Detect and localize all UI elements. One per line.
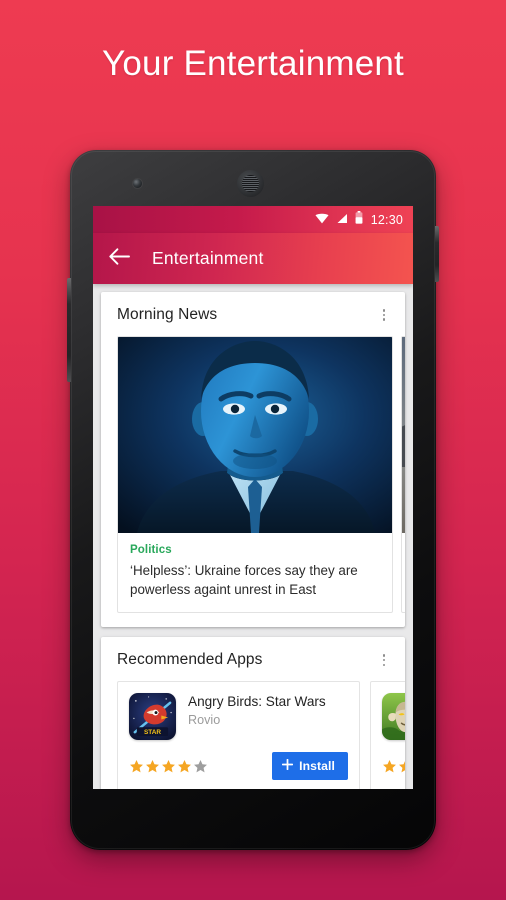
svg-text:STAR: STAR (144, 729, 161, 736)
volume-rocker-button[interactable] (67, 278, 71, 382)
card-title: Recommended Apps (117, 651, 263, 669)
status-bar-clock: 12:30 (370, 212, 403, 227)
news-carousel[interactable]: Politics ‘Helpless’: Ukraine forces say … (101, 336, 405, 627)
app-list-item[interactable]: STAR Angry Birds: Star Wars Rovio Instal… (117, 681, 360, 789)
plus-icon (281, 758, 294, 773)
more-vert-icon[interactable] (375, 306, 393, 324)
news-thumbnail-portrait (118, 337, 392, 533)
news-headline: ‘Helpless’: Ukraine forces say they are … (130, 563, 358, 598)
page-title: Your Entertainment (102, 44, 404, 83)
earpiece-speaker-icon (237, 170, 264, 197)
app-bar: Entertainment (93, 233, 413, 284)
news-category: Politics (130, 544, 172, 556)
news-list-item[interactable]: World ‘Pro-Russian militants seize build… (401, 336, 405, 614)
card-header-morning-news: Morning News (101, 292, 405, 336)
app-developer: Rovio (188, 712, 221, 727)
cellular-signal-icon (336, 211, 348, 229)
battery-icon (355, 210, 363, 229)
news-thumbnail-cityscape (402, 337, 405, 533)
status-bar: 12:30 (93, 206, 413, 233)
app-bar-title: Entertainment (152, 248, 264, 268)
card-title: Morning News (117, 306, 218, 323)
card-morning-news: Morning News Politics ‘Helpless’: Ukrain… (101, 292, 405, 628)
more-vert-icon[interactable] (375, 651, 393, 669)
news-text-block: World ‘Pro-Russian militants seize build… (402, 533, 405, 593)
apps-carousel[interactable]: STAR Angry Birds: Star Wars Rovio Instal… (101, 681, 405, 789)
power-button[interactable] (435, 226, 439, 282)
angry-birds-star-wars-icon: STAR (129, 693, 176, 741)
front-camera-icon (133, 179, 142, 188)
rating-stars (129, 759, 208, 774)
phone-mockup: 12:30 Entertainment Morning News Politic… (67, 150, 439, 850)
back-arrow-icon[interactable] (109, 247, 130, 270)
kingdom-rush-frontiers-icon (382, 693, 405, 741)
card-recommended-apps: Recommended Apps STAR Angry Birds: Star … (101, 637, 405, 789)
app-name: Angry Birds: Star Wars (188, 694, 326, 710)
phone-screen: 12:30 Entertainment Morning News Politic… (93, 206, 413, 789)
install-button[interactable]: Install (272, 752, 348, 781)
install-button-label: Install (299, 759, 335, 774)
card-header-recommended-apps: Recommended Apps (101, 637, 405, 681)
app-list-item[interactable]: Kingdom Rush Frontiers Ironhide (370, 681, 405, 789)
rating-stars (382, 759, 405, 774)
news-list-item[interactable]: Politics ‘Helpless’: Ukraine forces say … (117, 336, 393, 614)
wifi-icon (315, 211, 329, 229)
content-scroll-area[interactable]: Morning News Politics ‘Helpless’: Ukrain… (93, 284, 413, 789)
news-text-block: Politics ‘Helpless’: Ukraine forces say … (118, 533, 392, 612)
